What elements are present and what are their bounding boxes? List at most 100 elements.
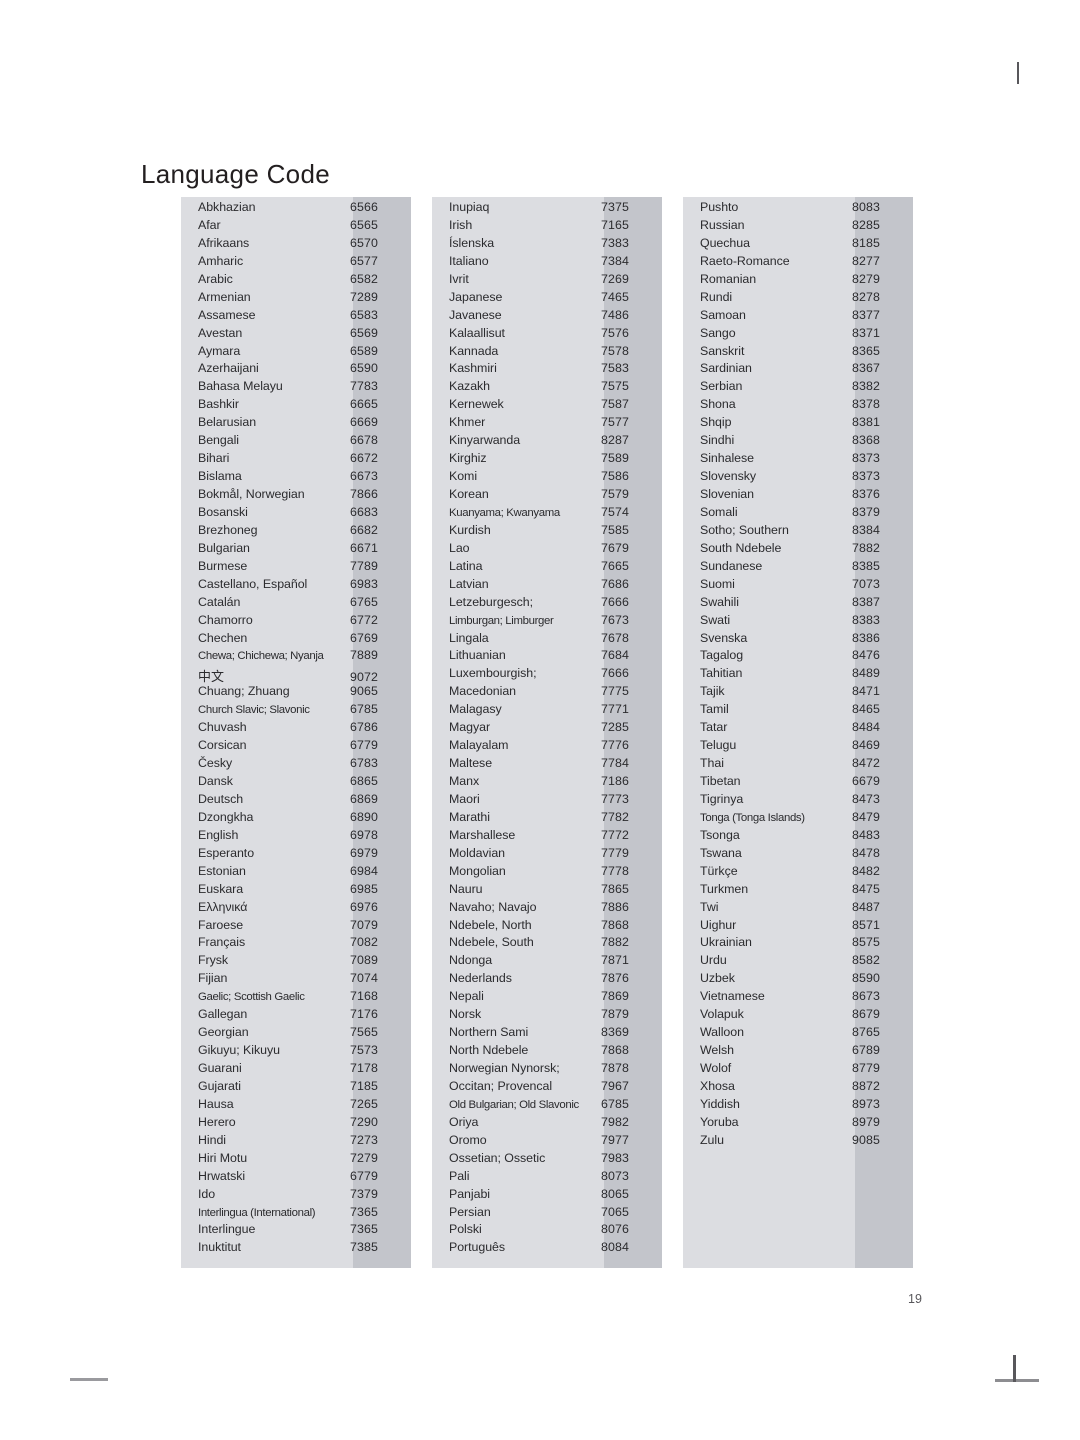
table-row: Euskara 6985 bbox=[181, 882, 411, 900]
table-row: Gallegan 7176 bbox=[181, 1007, 411, 1025]
language-name: Ukrainian bbox=[700, 935, 752, 950]
language-name: Bokmål, Norwegian bbox=[198, 487, 305, 501]
table-row: Bislama 6673 bbox=[181, 469, 411, 487]
language-name: Hausa bbox=[198, 1096, 234, 1111]
table-row: Ndebele, South 7882 bbox=[432, 935, 662, 953]
language-code: 7878 bbox=[601, 1061, 629, 1075]
table-row: Oriya 7982 bbox=[432, 1115, 662, 1133]
language-name: Français bbox=[198, 935, 246, 950]
language-code: 7876 bbox=[601, 971, 629, 986]
language-name: Euskara bbox=[198, 881, 244, 896]
language-name: Suomi bbox=[700, 576, 735, 591]
language-code: 8365 bbox=[852, 343, 880, 358]
language-code: 8083 bbox=[852, 200, 880, 214]
language-code: 6786 bbox=[350, 720, 378, 735]
language-name: Romanian bbox=[700, 271, 757, 286]
language-code: 8383 bbox=[852, 612, 880, 627]
language-name: Nepali bbox=[449, 989, 484, 1004]
language-name: Georgian bbox=[198, 1025, 249, 1040]
language-code: 8376 bbox=[852, 487, 880, 501]
table-row: Bihari 6672 bbox=[181, 451, 411, 469]
table-row: Nederlands 7876 bbox=[432, 971, 662, 989]
language-name: Castellano, Español bbox=[198, 576, 308, 591]
table-row: Slovenian 8376 bbox=[683, 487, 913, 505]
language-name: Corsican bbox=[198, 738, 247, 753]
language-name: Luxembourgish; bbox=[449, 666, 537, 681]
language-code: 8475 bbox=[852, 881, 880, 896]
table-row: Ndonga 7871 bbox=[432, 953, 662, 971]
language-code: 8369 bbox=[601, 1025, 629, 1040]
language-code: 7578 bbox=[601, 343, 629, 358]
language-name: Mongolian bbox=[449, 863, 506, 878]
language-name: Macedonian bbox=[449, 684, 517, 699]
table-row: Uighur 8571 bbox=[683, 918, 913, 936]
table-row: Volapuk 8679 bbox=[683, 1007, 913, 1025]
language-name: Tatar bbox=[700, 720, 728, 735]
table-row: Vietnamese 8673 bbox=[683, 989, 913, 1007]
language-name: Guarani bbox=[198, 1061, 242, 1075]
table-row: Korean 7579 bbox=[432, 487, 662, 505]
language-name: Swahili bbox=[700, 594, 739, 609]
language-name: Japanese bbox=[449, 289, 503, 304]
table-row: Kernewek 7587 bbox=[432, 397, 662, 415]
language-code: 6978 bbox=[350, 827, 378, 842]
language-code: 6985 bbox=[350, 881, 378, 896]
language-name: Marathi bbox=[449, 809, 490, 824]
language-name: Bengali bbox=[198, 433, 239, 448]
table-row: Herero 7290 bbox=[181, 1115, 411, 1133]
language-code: 8379 bbox=[852, 504, 880, 519]
table-row: Pali 8073 bbox=[432, 1169, 662, 1187]
table-row: Azerhaijani 6590 bbox=[181, 361, 411, 379]
language-code: 7982 bbox=[601, 1114, 629, 1129]
table-row: Gikuyu; Kikuyu 7573 bbox=[181, 1043, 411, 1061]
language-code-table: Abkhazian 6566 Afar 6565 Afrikaans 6570 Amhari… bbox=[181, 197, 915, 1269]
table-row: Kalaallisut 7576 bbox=[432, 326, 662, 344]
language-name: Sanskrit bbox=[700, 343, 745, 358]
language-code: 8381 bbox=[852, 415, 880, 430]
table-row: Português 8084 bbox=[432, 1240, 662, 1258]
language-code: 7678 bbox=[601, 630, 629, 645]
language-name: Ελληνικά bbox=[198, 899, 248, 914]
language-name: Bislama bbox=[198, 469, 242, 484]
language-code: 6566 bbox=[350, 200, 378, 214]
language-name: Inupiaq bbox=[449, 200, 490, 214]
language-code: 8469 bbox=[852, 738, 880, 753]
table-row: Fijian 7074 bbox=[181, 971, 411, 989]
table-row: Tagalog 8476 bbox=[683, 648, 913, 666]
language-code: 7186 bbox=[601, 774, 629, 788]
language-name: Xhosa bbox=[700, 1078, 735, 1093]
table-row: Inuktitut 7385 bbox=[181, 1240, 411, 1258]
language-code: 7666 bbox=[601, 666, 629, 681]
language-name: Estonian bbox=[198, 863, 246, 878]
table-row: Kazakh 7575 bbox=[432, 379, 662, 397]
table-row: Yoruba 8979 bbox=[683, 1115, 913, 1133]
language-code: 7869 bbox=[601, 989, 629, 1004]
language-name: Nauru bbox=[449, 881, 483, 896]
language-code: 6678 bbox=[350, 433, 378, 448]
table-row: Dansk 6865 bbox=[181, 774, 411, 792]
language-name: Oriya bbox=[449, 1114, 479, 1129]
table-row: Macedonian 7775 bbox=[432, 684, 662, 702]
table-row: Tatar 8484 bbox=[683, 720, 913, 738]
table-row: Occitan; Provencal 7967 bbox=[432, 1079, 662, 1097]
crop-mark-top-right bbox=[1017, 62, 1019, 84]
language-code: 6785 bbox=[601, 1096, 629, 1111]
language-code: 8368 bbox=[852, 433, 880, 448]
page-title: Language Code bbox=[141, 159, 330, 190]
table-row: Kurdish 7585 bbox=[432, 523, 662, 541]
language-code: 7589 bbox=[601, 451, 629, 466]
language-name: Marshallese bbox=[449, 827, 516, 842]
language-code: 7082 bbox=[350, 935, 378, 950]
language-name: Thai bbox=[700, 756, 724, 771]
language-name: Kazakh bbox=[449, 379, 491, 394]
language-name: Kernewek bbox=[449, 397, 504, 412]
language-code: 7772 bbox=[601, 827, 629, 842]
language-name: Abkhazian bbox=[198, 200, 256, 214]
language-name: Amharic bbox=[198, 253, 244, 268]
language-name: Kinyarwanda bbox=[449, 433, 521, 448]
language-name: Bulgarian bbox=[198, 540, 250, 555]
language-code: 8387 bbox=[852, 594, 880, 609]
table-row: Javanese 7486 bbox=[432, 308, 662, 326]
table-row: Welsh 6789 bbox=[683, 1043, 913, 1061]
language-code: 6785 bbox=[350, 702, 378, 717]
